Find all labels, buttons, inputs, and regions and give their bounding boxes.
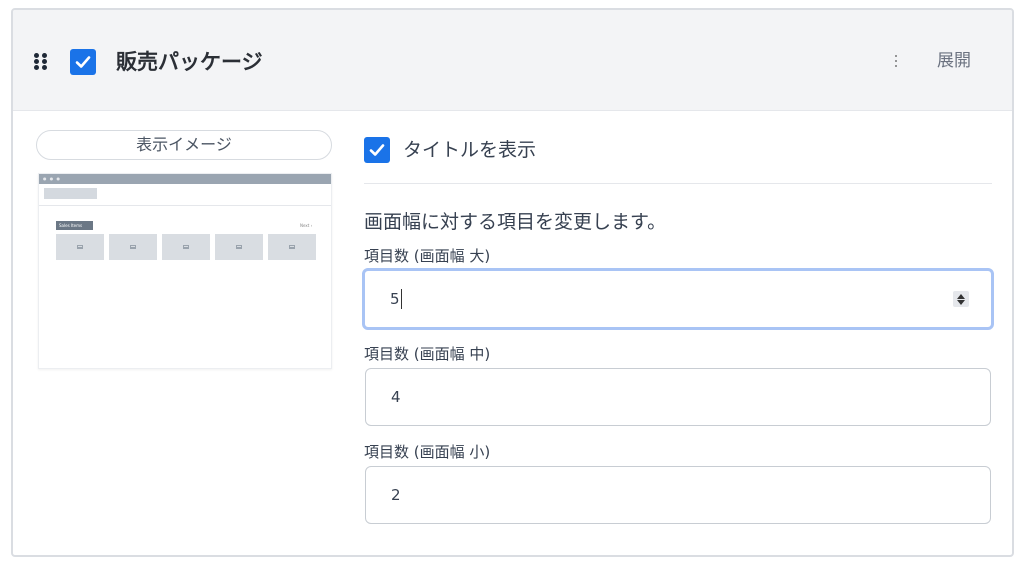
description-text: 画面幅に対する項目を変更します。 — [364, 211, 667, 233]
preview-topbar — [39, 174, 331, 184]
expand-button[interactable]: 展開 — [937, 49, 971, 73]
cart-icon — [77, 245, 83, 249]
cart-icon — [236, 245, 242, 249]
preview-image: ● ● ● Sales Items Next › — [38, 173, 332, 369]
preview-items — [56, 234, 316, 260]
preview-item — [109, 234, 157, 260]
item-count-medium-input[interactable]: 4 — [365, 368, 991, 426]
preview-item — [215, 234, 263, 260]
field-label-small: 項目数 (画面幅 小) — [364, 443, 491, 461]
card-title: 販売パッケージ — [116, 50, 263, 74]
card-header: 販売パッケージ 展開 — [13, 10, 1012, 111]
item-count-small-input[interactable]: 2 — [365, 466, 991, 524]
cart-icon — [289, 245, 295, 249]
checkmark-icon — [75, 56, 91, 68]
package-card: 販売パッケージ 展開 表示イメージ ● ● ● Sales Items Next… — [11, 8, 1014, 557]
show-title-label: タイトルを表示 — [403, 139, 537, 161]
checkmark-icon — [369, 144, 385, 156]
preview-item — [162, 234, 210, 260]
item-count-medium-value: 4 — [391, 388, 401, 406]
field-label-large: 項目数 (画面幅 大) — [364, 247, 491, 265]
item-count-large-value: 5 — [390, 290, 400, 308]
text-caret — [400, 288, 402, 309]
preview-divider — [39, 205, 331, 206]
preview-dots: ● ● ● — [43, 176, 62, 181]
stepper-icon[interactable] — [953, 291, 969, 307]
field-label-medium: 項目数 (画面幅 中) — [364, 345, 491, 363]
preview-section-badge: Sales Items — [56, 221, 93, 230]
preview-item — [268, 234, 316, 260]
preview-item — [56, 234, 104, 260]
divider — [364, 183, 992, 184]
preview-search-bar — [44, 188, 97, 199]
cart-icon — [130, 245, 136, 249]
show-title-checkbox[interactable] — [364, 137, 390, 163]
preview-label: 表示イメージ — [36, 130, 332, 160]
package-enabled-checkbox[interactable] — [70, 49, 96, 75]
cart-icon — [183, 245, 189, 249]
preview-next-link: Next › — [300, 223, 313, 228]
drag-handle-icon[interactable] — [34, 53, 48, 70]
item-count-small-value: 2 — [391, 486, 401, 504]
item-count-large-input[interactable]: 5 — [362, 268, 994, 330]
more-vertical-icon[interactable] — [891, 50, 901, 72]
